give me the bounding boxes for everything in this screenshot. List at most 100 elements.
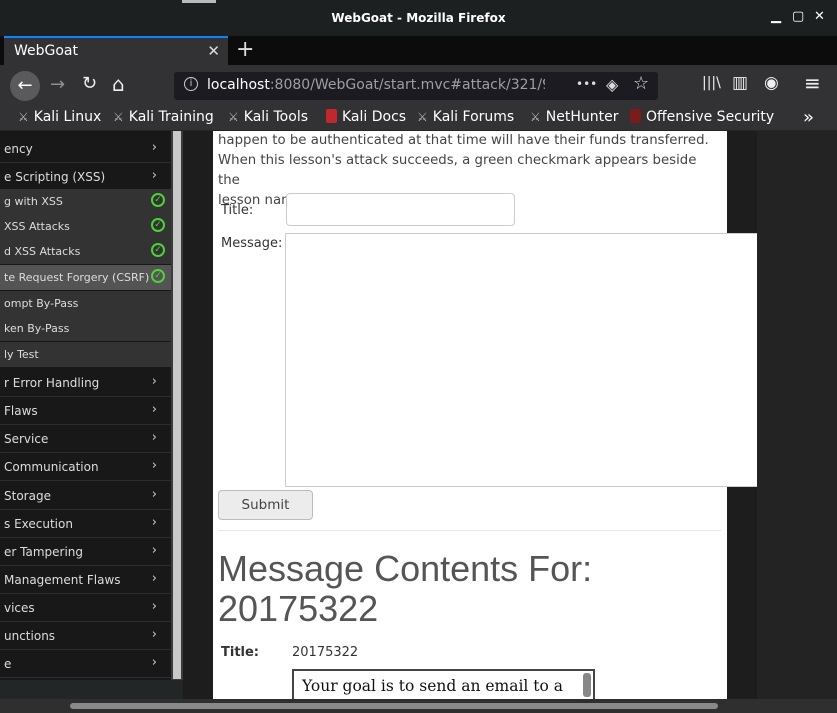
- chevron-right-icon: ›: [151, 168, 157, 183]
- sidebar-icon[interactable]: ▥: [732, 73, 748, 93]
- menu-category[interactable]: Service ›: [0, 425, 171, 453]
- message-contents-heading: Message Contents For: 20175322: [218, 548, 593, 629]
- completed-check-icon: ✓: [151, 193, 165, 207]
- kali-dragon-icon: ⚔: [228, 110, 239, 124]
- menu-scrollbar-thumb[interactable]: [173, 131, 181, 679]
- kali-docs-icon: [326, 109, 337, 123]
- kali-dragon-icon: ⚔: [18, 110, 29, 124]
- chevron-right-icon: ›: [151, 458, 157, 473]
- submit-button[interactable]: Submit: [218, 490, 313, 520]
- chevron-right-icon: ›: [151, 140, 157, 155]
- bookmark-kali-linux[interactable]: ⚔ Kali Linux: [18, 109, 101, 125]
- menu-lesson[interactable]: g with XSS ✓: [0, 189, 171, 214]
- site-info-icon[interactable]: i: [184, 77, 198, 91]
- taskbar-indicator: [182, 0, 216, 3]
- menu-category[interactable]: r Error Handling ›: [0, 369, 171, 397]
- kali-dragon-icon: ⚔: [417, 110, 428, 124]
- library-icon[interactable]: |||\: [702, 75, 721, 91]
- back-icon[interactable]: ←: [10, 71, 40, 101]
- menu-category[interactable]: s Execution ›: [0, 510, 171, 538]
- offsec-icon: [630, 109, 641, 123]
- contents-message-text: Your goal is to send an email to a: [302, 677, 564, 695]
- lesson-panel: happen to be authenticated at that time …: [213, 131, 831, 701]
- menu-category[interactable]: e ›: [0, 650, 171, 678]
- kali-dragon-icon: ⚔: [113, 110, 124, 124]
- menu-lesson[interactable]: ompt By-Pass: [0, 291, 171, 316]
- tab-label: WebGoat: [14, 43, 79, 59]
- browser-window: WebGoat - Mozilla Firefox ▁ ▢ ✕ WebGoat …: [0, 0, 837, 713]
- completed-check-icon: ✓: [151, 218, 165, 232]
- bookmark-kali-training[interactable]: ⚔ Kali Training: [113, 109, 214, 125]
- tab-webgoat[interactable]: WebGoat ✕: [4, 36, 228, 65]
- nethunter-icon: ⚔: [530, 110, 541, 124]
- contents-message-box[interactable]: Your goal is to send an email to a: [292, 669, 595, 701]
- page-actions-icon[interactable]: •••: [576, 77, 597, 91]
- menu-lesson[interactable]: ken By-Pass: [0, 316, 171, 341]
- menu-lesson[interactable]: ly Test: [0, 342, 171, 367]
- page-right-margin: [757, 131, 837, 699]
- menu-lesson[interactable]: d XSS Attacks ✓: [0, 239, 171, 264]
- bookmark-star-icon[interactable]: ☆: [633, 73, 649, 94]
- completed-check-icon: ✓: [151, 243, 165, 257]
- forward-icon[interactable]: →: [50, 74, 65, 95]
- home-icon[interactable]: ⌂: [112, 72, 125, 96]
- bookmark-kali-tools[interactable]: ⚔ Kali Tools: [228, 109, 308, 125]
- url-text[interactable]: localhost:8080/WebGoat/start.mvc#attack/…: [207, 77, 545, 93]
- bookmarks-toolbar: ⚔ Kali Linux ⚔ Kali Training ⚔ Kali Tools K…: [0, 106, 837, 130]
- chevron-right-icon: ›: [151, 571, 157, 586]
- completed-check-icon: ✓: [151, 269, 165, 283]
- lesson-menu: ency › e Scripting (XSS) › g with XSS ✓ XSS…: [0, 131, 171, 680]
- bookmark-kali-docs[interactable]: Kali Docs: [326, 109, 406, 125]
- pocket-icon[interactable]: ◈: [606, 75, 618, 94]
- horizontal-scrollbar[interactable]: [0, 699, 837, 713]
- hamburger-menu-icon[interactable]: ≡: [804, 71, 821, 95]
- chevron-right-icon: ›: [151, 374, 157, 389]
- divider: [218, 530, 721, 531]
- bookmarks-overflow-icon[interactable]: »: [803, 107, 814, 128]
- chevron-right-icon: ›: [151, 487, 157, 502]
- menu-category[interactable]: Management Flaws ›: [0, 566, 171, 594]
- menu-lesson-csrf[interactable]: te Request Forgery (CSRF) ✓: [0, 265, 171, 290]
- new-tab-icon[interactable]: +: [236, 37, 254, 62]
- close-tab-icon[interactable]: ✕: [207, 42, 220, 60]
- account-icon[interactable]: ◉: [764, 73, 779, 93]
- main-content: happen to be authenticated at that time …: [183, 131, 831, 701]
- bookmark-kali-forums[interactable]: ⚔ Kali Forums: [417, 109, 514, 125]
- title-label: Title:: [221, 203, 254, 218]
- chevron-right-icon: ›: [151, 543, 157, 558]
- message-label: Message:: [221, 236, 283, 251]
- chevron-right-icon: ›: [151, 655, 157, 670]
- menu-category[interactable]: Flaws ›: [0, 397, 171, 425]
- menu-category[interactable]: ency ›: [0, 135, 171, 163]
- chevron-right-icon: ›: [151, 430, 157, 445]
- url-bar[interactable]: i localhost:8080/WebGoat/start.mvc#attac…: [174, 72, 658, 100]
- window-title: WebGoat - Mozilla Firefox: [331, 11, 506, 25]
- reload-icon[interactable]: ↻: [82, 73, 97, 94]
- bookmark-nethunter[interactable]: ⚔ NetHunter: [530, 109, 618, 125]
- menu-scrollbar[interactable]: [171, 131, 183, 680]
- menu-category[interactable]: er Tampering ›: [0, 538, 171, 566]
- window-title-bar: WebGoat - Mozilla Firefox ▁ ▢ ✕: [0, 0, 837, 36]
- url-path: :8080/WebGoat/start.mvc#attack/321/90: [269, 77, 545, 93]
- close-window-icon[interactable]: ✕: [814, 9, 825, 24]
- horizontal-scrollbar-thumb[interactable]: [70, 703, 718, 709]
- chevron-right-icon: ›: [151, 627, 157, 642]
- menu-category[interactable]: vices ›: [0, 594, 171, 622]
- menu-category-xss[interactable]: e Scripting (XSS) ›: [0, 163, 171, 191]
- maximize-icon[interactable]: ▢: [792, 9, 804, 24]
- menu-lesson[interactable]: XSS Attacks ✓: [0, 214, 171, 239]
- contents-message-scrollbar[interactable]: [583, 673, 591, 697]
- chevron-right-icon: ›: [151, 402, 157, 417]
- chevron-right-icon: ›: [151, 515, 157, 530]
- menu-category[interactable]: unctions ›: [0, 622, 171, 650]
- menu-category[interactable]: Storage ›: [0, 482, 171, 510]
- navigation-toolbar: ← → ↻ ⌂ i localhost:8080/WebGoat/start.m…: [0, 65, 837, 106]
- title-input[interactable]: [286, 193, 515, 226]
- message-textarea[interactable]: [285, 233, 831, 488]
- contents-title-label: Title:: [221, 645, 260, 660]
- minimize-icon[interactable]: ▁: [771, 9, 781, 24]
- bookmark-offensive-security[interactable]: Offensive Security: [630, 109, 774, 125]
- contents-title-value: 20175322: [292, 645, 359, 660]
- tab-strip: WebGoat ✕ +: [0, 36, 837, 65]
- menu-category[interactable]: Communication ›: [0, 453, 171, 481]
